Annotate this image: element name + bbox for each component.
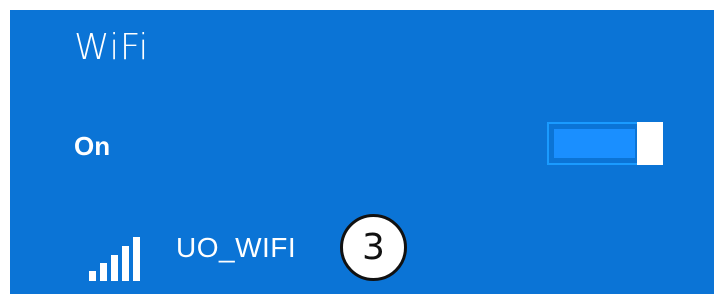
wifi-signal-bars-icon: [89, 237, 140, 281]
wifi-status-label: On: [74, 131, 111, 161]
network-list-item-uo-wifi[interactable]: UO_WIFI 3: [86, 214, 446, 288]
annotation-callout-marker: 3: [340, 214, 407, 281]
toggle-track-fill: [554, 129, 635, 158]
wifi-title: WiFi: [74, 27, 149, 68]
toggle-knob[interactable]: [637, 122, 663, 165]
network-name: UO_WIFI: [176, 232, 297, 263]
wifi-settings-panel: WiFi On UO_WIFI 3: [10, 10, 714, 294]
wifi-toggle-switch[interactable]: [547, 122, 663, 165]
